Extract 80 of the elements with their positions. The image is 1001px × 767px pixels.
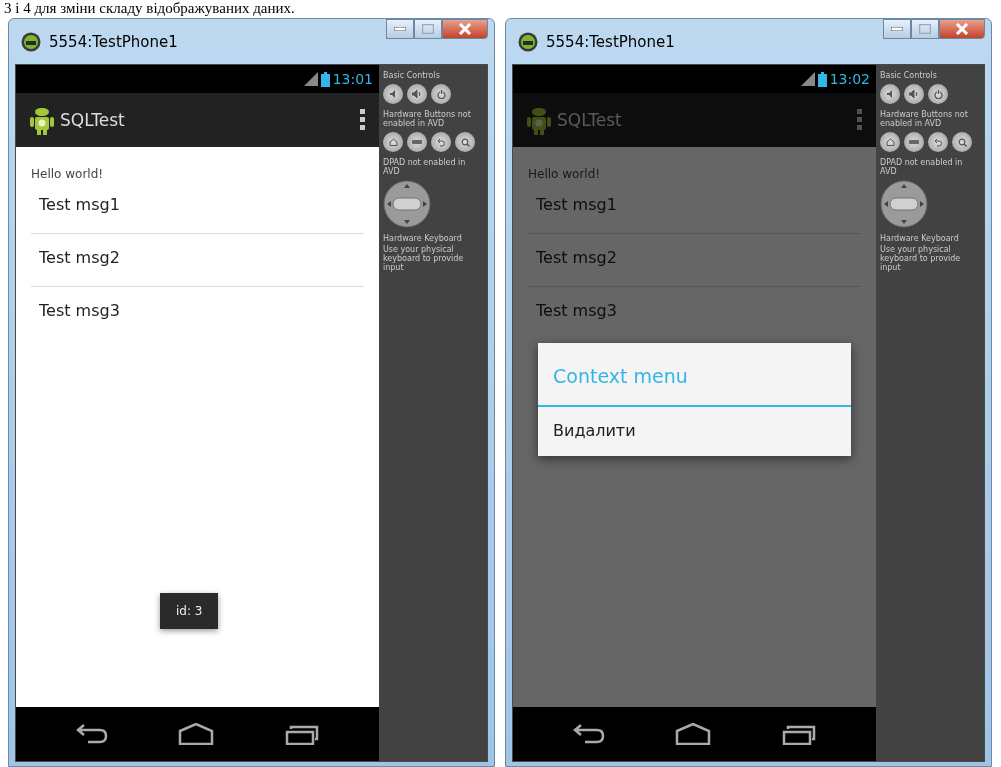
overflow-menu-icon[interactable] [360, 109, 365, 131]
close-icon [458, 23, 472, 35]
signal-icon [303, 72, 318, 86]
minimize-button[interactable] [883, 19, 911, 39]
minimize-button[interactable] [386, 19, 414, 39]
status-time: 13:01 [332, 71, 373, 87]
panel-label: Basic Controls [383, 71, 441, 80]
window-title: 5554:TestPhone1 [49, 32, 178, 51]
panel-label: Hardware Keyboard [383, 234, 463, 243]
close-icon [955, 23, 969, 35]
battery-icon [817, 71, 827, 87]
android-robot-icon [30, 105, 54, 135]
minimize-icon [891, 27, 903, 31]
window-title: 5554:TestPhone1 [546, 32, 675, 51]
panel-label: Basic Controls [880, 71, 938, 80]
power-icon [436, 89, 446, 99]
menu-button[interactable] [407, 132, 427, 152]
document-text: 3 і 4 для зміни складу відображуваних даних. [3, 0, 296, 17]
list-item[interactable]: Test msg2 [31, 234, 364, 287]
panel-label: DPAD not enabled in AVD [880, 158, 964, 176]
home-icon [388, 138, 398, 146]
volume-up-button[interactable] [407, 84, 427, 104]
volume-down-button[interactable] [880, 84, 900, 104]
power-button[interactable] [928, 84, 948, 104]
menu-icon [909, 140, 919, 144]
android-robot-icon [527, 105, 551, 135]
hello-text: Hello world! [528, 167, 602, 181]
app-title: SQLTest [60, 110, 125, 130]
home-button[interactable] [383, 132, 403, 152]
recent-apps-icon[interactable] [781, 723, 816, 745]
speaker-icon [412, 90, 422, 98]
menu-item[interactable]: Видалити [538, 407, 851, 456]
speaker-icon [389, 90, 397, 98]
toast-message: id: 3 [160, 593, 219, 629]
search-icon [957, 137, 967, 147]
maximize-icon [919, 24, 931, 34]
app-title: SQLTest [557, 110, 622, 130]
minimize-icon [394, 27, 406, 31]
maximize-button[interactable] [911, 19, 939, 39]
power-button[interactable] [431, 84, 451, 104]
speaker-icon [909, 90, 919, 98]
search-button[interactable] [952, 132, 972, 152]
home-icon [885, 138, 895, 146]
dpad-drawing[interactable] [880, 180, 928, 228]
maximize-icon [422, 24, 434, 34]
dialog-title: Context menu [538, 343, 851, 407]
back-icon[interactable] [76, 723, 109, 745]
panel-hint: Use your physical keyboard to provide input [880, 245, 962, 272]
volume-down-button[interactable] [383, 84, 403, 104]
maximize-button[interactable] [414, 19, 442, 39]
status-time: 13:02 [829, 71, 870, 87]
back-icon [436, 137, 446, 147]
home-icon[interactable] [675, 723, 712, 745]
list-item[interactable]: Test msg3 [31, 287, 364, 339]
power-icon [933, 89, 943, 99]
dpad-drawing[interactable] [383, 180, 431, 228]
speaker-icon [886, 90, 894, 98]
home-icon[interactable] [178, 723, 215, 745]
recent-apps-icon[interactable] [284, 723, 319, 745]
back-button[interactable] [431, 132, 451, 152]
hello-text: Hello world! [31, 167, 105, 181]
menu-button[interactable] [904, 132, 924, 152]
panel-label: Hardware Buttons not enabled in AVD [383, 110, 472, 128]
close-button[interactable] [442, 19, 488, 39]
list-item[interactable]: Test msg1 [31, 181, 364, 234]
battery-icon [320, 71, 330, 87]
back-icon[interactable] [573, 723, 606, 745]
panel-label: DPAD not enabled in AVD [383, 158, 467, 176]
back-button[interactable] [928, 132, 948, 152]
volume-up-button[interactable] [904, 84, 924, 104]
home-button[interactable] [880, 132, 900, 152]
search-button[interactable] [455, 132, 475, 152]
panel-hint: Use your physical keyboard to provide input [383, 245, 465, 272]
panel-label: Hardware Keyboard [880, 234, 960, 243]
signal-icon [800, 72, 815, 86]
menu-icon [412, 140, 422, 144]
panel-label: Hardware Buttons not enabled in AVD [880, 110, 969, 128]
search-icon [460, 137, 470, 147]
close-button[interactable] [939, 19, 985, 39]
back-icon [933, 137, 943, 147]
